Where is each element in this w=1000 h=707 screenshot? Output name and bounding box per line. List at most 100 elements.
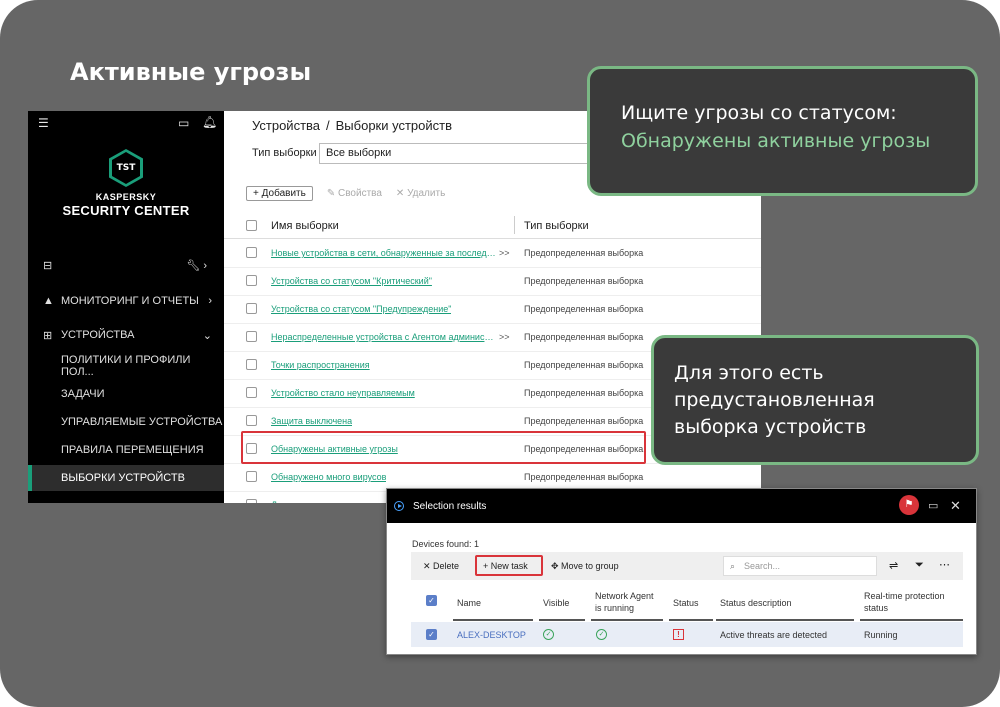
more-icon[interactable]: ⋯ <box>939 558 950 571</box>
slide-title: Активные угрозы <box>70 58 312 86</box>
row-checkbox[interactable] <box>246 471 257 482</box>
breadcrumb-selections: Выборки устройств <box>335 118 453 133</box>
selection-name-link[interactable]: Устройство стало неуправляемым <box>271 388 415 398</box>
search-input[interactable]: ⌕ Search... <box>723 556 877 576</box>
sidebar-item-tasks[interactable]: ЗАДАЧИ <box>28 381 224 407</box>
toolbar: + Добавить ✎ Свойства ✕ Удалить <box>246 184 445 202</box>
sidebar-item-devices[interactable]: ⊞ УСТРОЙСТВА ⌄ <box>28 322 224 348</box>
column-rtp-status[interactable]: Real-time protection status <box>864 590 945 614</box>
filter-label: Тип выборки <box>252 147 317 159</box>
selection-type: Предопределенная выборка <box>524 472 644 482</box>
add-button[interactable]: + Добавить <box>246 185 313 201</box>
sidebar: ☰ ▭ 🔔︎ TST KASPERSKY SECURITY CENTER ⊟ 🔧… <box>28 111 224 503</box>
selection-type: Предопределенная выборка <box>524 360 644 370</box>
selection-name-link[interactable]: Устройства со статусом "Предупреждение" <box>271 304 451 314</box>
column-status[interactable]: Status <box>673 597 699 609</box>
sidebar-item-monitoring[interactable]: ▲ МОНИТОРИНГ И ОТЧЕТЫ › <box>28 288 224 314</box>
device-name-link[interactable]: ALEX-DESKTOP <box>457 630 526 640</box>
table-row[interactable]: Устройства со статусом "Предупреждение" П… <box>224 295 761 324</box>
hamburger-menu-icon[interactable]: ☰ <box>38 116 49 130</box>
callout-search-status: Ищите угрозы со статусом: Обнаружены акт… <box>587 66 978 196</box>
column-agent[interactable]: Network Agent is running <box>595 590 654 614</box>
selection-type: Предопределенная выборка <box>524 276 644 286</box>
selection-name-link[interactable]: Новые устройства в сети, обнаруженные за… <box>271 248 496 258</box>
selection-type: Предопределенная выборка <box>524 388 644 398</box>
row-checkbox[interactable] <box>246 359 257 370</box>
wrench-icon[interactable]: 🔧︎ › <box>186 259 207 272</box>
sidebar-item-device-selections[interactable]: ВЫБОРКИ УСТРОЙСТВ <box>28 465 224 491</box>
brand-security-center: SECURITY CENTER <box>62 203 190 218</box>
flag-icon[interactable]: ⚑ <box>899 495 919 515</box>
selection-name-link[interactable]: Нераспределенные устройства с Агентом ад… <box>271 332 496 342</box>
column-name[interactable]: Name <box>457 597 481 609</box>
column-type-header[interactable]: Тип выборки <box>524 220 589 232</box>
breadcrumb: Устройства / Выборки устройств <box>252 118 453 133</box>
table-header: Имя выборки Тип выборки <box>224 212 761 239</box>
sidebar-item-managed-devices[interactable]: УПРАВЛЯЕМЫЕ УСТРОЙСТВА <box>28 409 224 435</box>
selection-type: Предопределенная выборка <box>524 248 644 258</box>
row-checkbox[interactable] <box>246 303 257 314</box>
status-critical-icon: ! <box>673 629 684 640</box>
settings-sliders-icon[interactable]: ⇌ <box>889 559 898 572</box>
book-icon[interactable]: ▭ <box>178 116 189 130</box>
panel-header: Selection results ⚑ ▭ ✕ <box>387 489 976 523</box>
devices-found: Devices found: 1 <box>412 539 480 549</box>
table-row[interactable]: Устройства со статусом "Критический" Пред… <box>224 267 761 296</box>
search-icon: ⌕ <box>730 561 736 571</box>
table-row[interactable]: Новые устройства в сети, обнаруженные за… <box>224 239 761 268</box>
column-visible[interactable]: Visible <box>543 597 569 609</box>
status-description: Active threats are detected <box>720 630 828 640</box>
table-row[interactable]: ✓ ALEX-DESKTOP ✓ ✓ ! Active threats are … <box>411 622 963 647</box>
expand-more[interactable]: >> <box>499 248 510 258</box>
rtp-status: Running <box>864 630 898 640</box>
chevron-right-icon: › <box>208 295 212 307</box>
agent-running-check-icon: ✓ <box>596 629 607 640</box>
row-checkbox[interactable] <box>246 275 257 286</box>
select-all-checkbox[interactable] <box>246 220 257 231</box>
properties-button[interactable]: ✎ Свойства <box>327 188 382 199</box>
slide-background: Активные угрозы ☰ ▭ 🔔︎ TST KASPERSKY SEC… <box>0 0 1000 707</box>
new-task-highlight <box>475 555 543 576</box>
expand-more[interactable]: >> <box>499 332 510 342</box>
selection-type: Предопределенная выборка <box>524 304 644 314</box>
book-icon[interactable]: ▭ <box>928 499 938 512</box>
bell-icon[interactable]: 🔔︎ <box>202 115 217 129</box>
selection-name-link[interactable]: Устройства со статусом "Критический" <box>271 276 432 286</box>
row-checkbox[interactable] <box>246 331 257 342</box>
select-all-checkbox[interactable]: ✓ <box>426 595 437 606</box>
row-checkbox[interactable] <box>246 499 257 503</box>
callout-status-name: Обнаружены активные угрозы <box>621 130 931 152</box>
play-circle-icon <box>394 501 404 511</box>
filter-icon[interactable]: ⏷ <box>915 559 924 572</box>
column-status-description[interactable]: Status description <box>720 597 792 609</box>
sidebar-item-policies[interactable]: ПОЛИТИКИ И ПРОФИЛИ ПОЛ... <box>28 353 224 379</box>
logo: TST KASPERSKY SECURITY CENTER <box>28 149 224 218</box>
delete-button[interactable]: ✕ Delete <box>423 561 459 572</box>
selection-name-link[interactable]: Защита выключена <box>271 416 352 426</box>
selection-name-link[interactable]: Обнаружено много вирусов <box>271 472 386 482</box>
selection-type-select[interactable]: Все выборки <box>319 143 599 164</box>
row-checkbox[interactable] <box>246 415 257 426</box>
row-checkbox[interactable] <box>246 387 257 398</box>
sidebar-item-move-rules[interactable]: ПРАВИЛА ПЕРЕМЕЩЕНИЯ <box>28 437 224 463</box>
panel-toolbar: ✕ Delete + New task ✥ Move to group ⌕ Sea… <box>411 552 963 580</box>
column-name-header[interactable]: Имя выборки <box>271 220 339 232</box>
panel-title: Selection results <box>413 501 487 512</box>
move-to-group-button[interactable]: ✥ Move to group <box>551 561 619 572</box>
delete-button[interactable]: ✕ Удалить <box>396 188 445 199</box>
selection-type: Предопределенная выборка <box>524 416 644 426</box>
callout-predefined-selection: Для этого есть предустановленная выборка… <box>651 335 979 465</box>
selection-results-panel: Selection results ⚑ ▭ ✕ Devices found: 1… <box>386 488 977 655</box>
visible-check-icon: ✓ <box>543 629 554 640</box>
selection-type: Предопределенная выборка <box>524 332 644 342</box>
row-checkbox[interactable]: ✓ <box>426 629 437 640</box>
chevron-down-icon: ⌄ <box>202 329 212 342</box>
server-icon[interactable]: ⊟ <box>43 259 52 272</box>
breadcrumb-devices[interactable]: Устройства <box>252 118 320 133</box>
devices-tree-icon: ⊞ <box>43 329 53 342</box>
selection-name-link[interactable]: Точки распространения <box>271 360 370 370</box>
close-icon[interactable]: ✕ <box>950 498 961 514</box>
row-checkbox[interactable] <box>246 247 257 258</box>
brand-kaspersky: KASPERSKY <box>95 192 157 202</box>
active-threats-highlight <box>241 431 646 464</box>
